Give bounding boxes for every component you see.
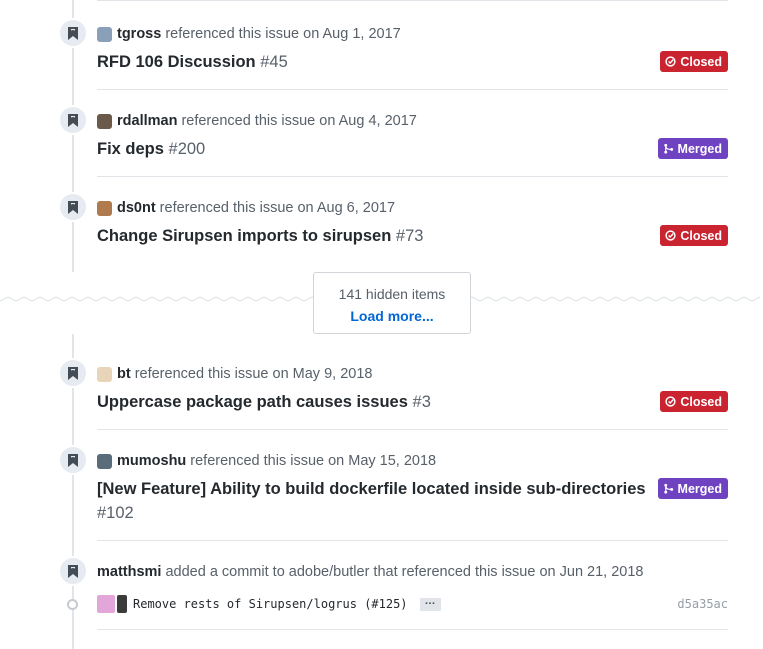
reference-title-text[interactable]: Uppercase package path causes issues (97, 393, 408, 411)
avatar[interactable] (97, 453, 112, 469)
status-label: Merged (677, 141, 722, 156)
load-more-button[interactable]: Load more... (314, 308, 470, 324)
hidden-items-count: 141 hidden items (338, 286, 446, 302)
bookmark-icon (58, 105, 88, 135)
issue-closed-icon (665, 230, 676, 241)
avatar[interactable] (117, 595, 127, 613)
reference-title[interactable]: Fix deps #200 (97, 137, 657, 161)
author-link[interactable]: rdallman (117, 113, 177, 129)
author-link[interactable]: tgross (117, 26, 161, 42)
reference-title-text[interactable]: [New Feature] Ability to build dockerfil… (97, 480, 646, 498)
event-action: referenced this issue on Aug 6, 2017 (159, 200, 396, 216)
avatar[interactable] (97, 113, 112, 129)
reference-number[interactable]: #73 (396, 227, 424, 245)
event-action: referenced this issue on Aug 1, 2017 (165, 26, 401, 42)
expand-commit-button[interactable]: … (419, 595, 441, 611)
avatar[interactable] (97, 366, 112, 382)
git-merge-icon (663, 143, 673, 154)
reference-number[interactable]: #45 (260, 53, 288, 71)
reference-number[interactable]: #102 (97, 504, 134, 522)
event-meta: tgross referenced this issue on Aug 1, 2… (97, 26, 401, 42)
avatar[interactable] (97, 26, 112, 42)
event-meta: mumoshu referenced this issue on May 15,… (97, 453, 436, 469)
divider (97, 429, 728, 430)
reference-number[interactable]: #3 (413, 393, 431, 411)
hidden-items-box: 141 hidden items Load more... (313, 272, 471, 334)
status-label: Closed (680, 228, 722, 243)
status-label: Closed (680, 394, 722, 409)
git-merge-icon (663, 483, 673, 494)
reference-title[interactable]: Uppercase package path causes issues #3 (97, 390, 657, 414)
author-link[interactable]: bt (117, 366, 131, 382)
event-action: referenced this issue on May 15, 2018 (190, 453, 437, 469)
author-link[interactable]: ds0nt (117, 200, 156, 216)
status-badge-closed: Closed (660, 391, 728, 412)
event-meta: ds0nt referenced this issue on Aug 6, 20… (97, 200, 395, 216)
top-divider (97, 0, 728, 1)
commit-row: Remove rests of Sirupsen/logrus (#125) …… (97, 593, 728, 615)
reference-title[interactable]: RFD 106 Discussion #45 (97, 50, 657, 74)
status-label: Closed (680, 54, 722, 69)
commit-sha[interactable]: d5a35ac (677, 597, 728, 611)
bookmark-icon (58, 18, 88, 48)
divider (97, 629, 728, 630)
reference-title-text[interactable]: RFD 106 Discussion (97, 53, 256, 71)
status-badge-merged: Merged (657, 138, 728, 159)
reference-title-text[interactable]: Change Sirupsen imports to sirupsen (97, 227, 391, 245)
reference-title-text[interactable]: Fix deps (97, 140, 164, 158)
event-action: referenced this issue on Aug 4, 2017 (181, 113, 417, 129)
event-action: added a commit to adobe/butler that refe… (165, 564, 644, 580)
bookmark-icon (58, 556, 88, 586)
status-badge-closed: Closed (660, 51, 728, 72)
author-link[interactable]: mumoshu (117, 453, 186, 469)
divider (97, 540, 728, 541)
issue-closed-icon (665, 396, 676, 407)
status-label: Merged (677, 481, 722, 496)
event-meta: bt referenced this issue on May 9, 2018 (97, 366, 372, 382)
bookmark-icon (58, 358, 88, 388)
author-link[interactable]: matthsmi (97, 564, 161, 580)
reference-title[interactable]: Change Sirupsen imports to sirupsen #73 (97, 224, 657, 248)
event-action: referenced this issue on May 9, 2018 (134, 366, 373, 382)
bookmark-icon (58, 192, 88, 222)
bookmark-icon (58, 445, 88, 475)
divider (97, 89, 728, 90)
commit-dot-icon (67, 599, 78, 610)
status-badge-closed: Closed (660, 225, 728, 246)
reference-number[interactable]: #200 (169, 140, 206, 158)
reference-title[interactable]: [New Feature] Ability to build dockerfil… (97, 477, 657, 525)
status-badge-merged: Merged (657, 478, 728, 499)
issue-closed-icon (665, 56, 676, 67)
divider (97, 176, 728, 177)
avatar[interactable] (97, 200, 112, 216)
avatar[interactable] (97, 595, 115, 613)
commit-message[interactable]: Remove rests of Sirupsen/logrus (#125) (133, 597, 408, 611)
event-meta: rdallman referenced this issue on Aug 4,… (97, 113, 417, 129)
event-meta: matthsmi added a commit to adobe/butler … (97, 564, 643, 580)
